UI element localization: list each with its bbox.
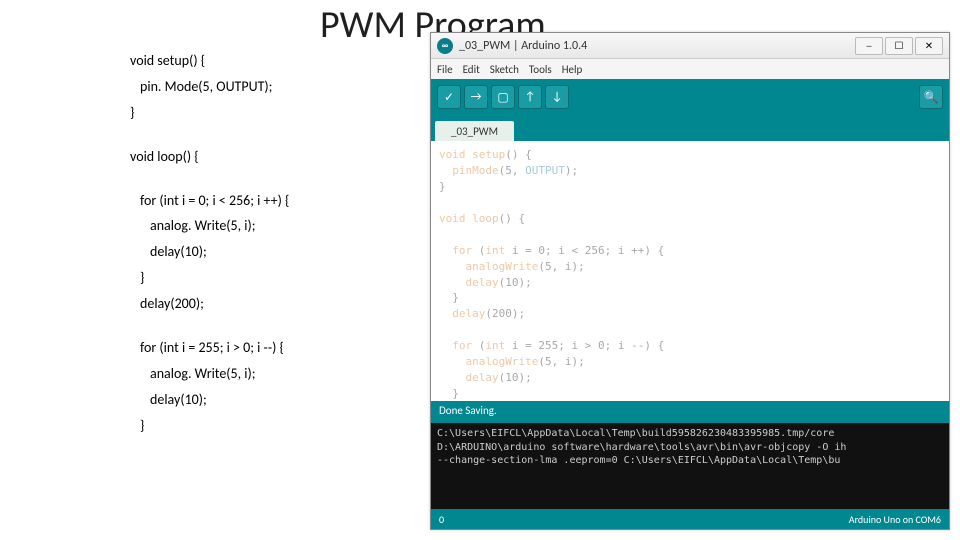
menu-help[interactable]: Help [562, 63, 583, 76]
serial-monitor-button[interactable]: 🔍 [919, 85, 943, 109]
code-line: analog. Write(5, i); [130, 213, 289, 239]
code-line: delay(200); [130, 291, 289, 317]
sketch-tab[interactable]: _03_PWM [435, 121, 514, 141]
new-button[interactable]: ▢ [491, 85, 515, 109]
menu-file[interactable]: File [437, 63, 453, 76]
minimize-button[interactable]: ─ [855, 37, 883, 55]
upload-button[interactable]: → [464, 85, 488, 109]
arduino-icon: ∞ [437, 38, 453, 54]
save-button[interactable]: ↓ [545, 85, 569, 109]
bottom-bar: 0 Arduino Uno on COM6 [431, 509, 949, 529]
menu-edit[interactable]: Edit [463, 63, 480, 76]
tab-bar: _03_PWM [431, 115, 949, 141]
code-line: } [130, 100, 289, 126]
console-line: --change-section-lma .eeprom=0 C:\Users\… [437, 454, 943, 468]
console-output: C:\Users\EIFCL\AppData\Local\Temp\build5… [431, 423, 949, 509]
window-titlebar: ∞ _03_PWM | Arduino 1.0.4 ─ ☐ ✕ [431, 33, 949, 59]
window-title: _03_PWM | Arduino 1.0.4 [459, 39, 853, 53]
code-line: delay(10); [130, 387, 289, 413]
menu-sketch[interactable]: Sketch [490, 63, 519, 76]
maximize-button[interactable]: ☐ [885, 37, 913, 55]
arduino-ide-window: ∞ _03_PWM | Arduino 1.0.4 ─ ☐ ✕ File Edi… [430, 32, 950, 530]
menu-tools[interactable]: Tools [529, 63, 552, 76]
toolbar: ✓ → ▢ ↑ ↓ 🔍 [431, 79, 949, 115]
status-bar: Done Saving. [431, 401, 949, 423]
console-line: C:\Users\EIFCL\AppData\Local\Temp\build5… [437, 427, 943, 441]
code-editor[interactable]: void setup() { pinMode(5, OUTPUT); } voi… [431, 141, 949, 401]
code-line: pin. Mode(5, OUTPUT); [130, 74, 289, 100]
code-line: void setup() { [130, 48, 289, 74]
board-port-label: Arduino Uno on COM6 [849, 513, 941, 526]
code-line: for (int i = 0; i < 256; i ++) { [130, 188, 289, 214]
code-line: analog. Write(5, i); [130, 361, 289, 387]
code-line: } [130, 413, 289, 439]
code-line: } [130, 265, 289, 291]
console-line: D:\ARDUINO\arduino software\hardware\too… [437, 441, 943, 455]
verify-button[interactable]: ✓ [437, 85, 461, 109]
close-button[interactable]: ✕ [915, 37, 943, 55]
code-listing: void setup() { pin. Mode(5, OUTPUT); } v… [130, 48, 289, 439]
menu-bar: File Edit Sketch Tools Help [431, 59, 949, 79]
code-line: for (int i = 255; i > 0; i --) { [130, 335, 289, 361]
code-line: void loop() { [130, 144, 289, 170]
open-button[interactable]: ↑ [518, 85, 542, 109]
line-number: 0 [439, 513, 444, 526]
code-line: delay(10); [130, 239, 289, 265]
